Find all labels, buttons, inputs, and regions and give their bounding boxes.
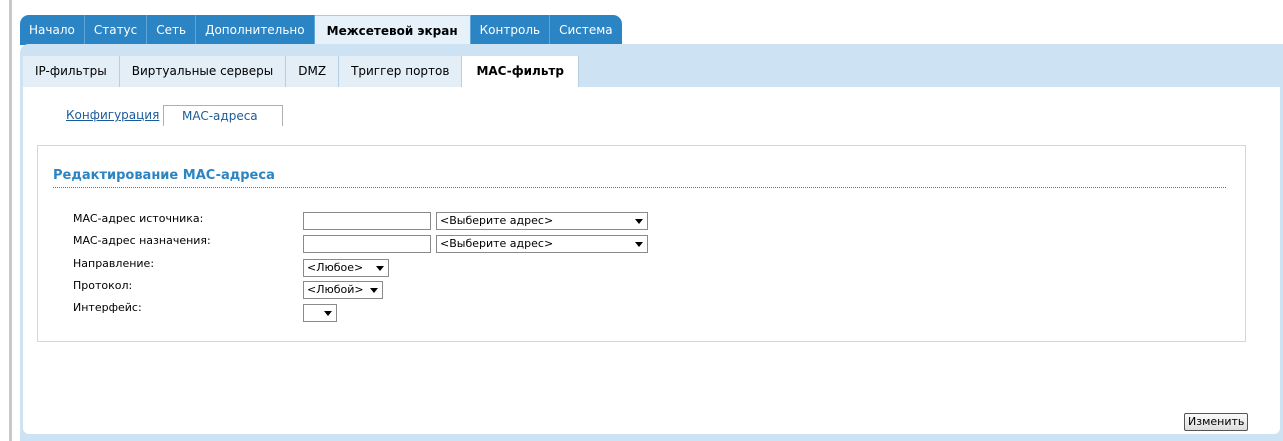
tab-control[interactable]: Контроль (470, 15, 551, 45)
tab-home[interactable]: Начало (20, 15, 85, 45)
interface-label: Интерфейс: (73, 301, 142, 314)
chevron-down-icon (324, 311, 332, 316)
section-title: Редактирование MAC-адреса (53, 168, 275, 183)
subtab-port-trigger[interactable]: Триггер портов (339, 56, 463, 87)
section-divider (53, 187, 1226, 188)
subtab-dmz[interactable]: DMZ (286, 56, 340, 87)
dst-mac-label: MAC-адрес назначения: (73, 234, 211, 247)
tab-status[interactable]: Статус (84, 15, 148, 45)
content-area: Конфигурация MAC-адреса Редактирование M… (23, 87, 1280, 434)
protocol-select-value: <Любой> (307, 283, 364, 296)
src-mac-select[interactable]: <Выберите адрес> (436, 212, 648, 230)
dst-mac-select-value: <Выберите адрес> (440, 237, 554, 250)
protocol-label: Протокол: (73, 279, 133, 292)
submenu-tabs: IP-фильтры Виртуальные серверы DMZ Тригг… (23, 56, 579, 87)
tab-firewall[interactable]: Межсетевой экран (314, 15, 471, 45)
interface-select[interactable] (303, 304, 337, 322)
protocol-select[interactable]: <Любой> (303, 281, 383, 299)
subtab-ip-filters[interactable]: IP-фильтры (23, 56, 120, 87)
direction-select[interactable]: <Любое> (303, 259, 389, 277)
tab-network[interactable]: Сеть (147, 15, 197, 45)
src-mac-input[interactable] (303, 212, 431, 230)
inner-tab-configuration[interactable]: Конфигурация (39, 105, 167, 126)
main-panel: IP-фильтры Виртуальные серверы DMZ Тригг… (20, 44, 1283, 441)
left-edge-bar (9, 0, 12, 441)
main-menu-tabs: Начало Статус Сеть Дополнительно Межсете… (20, 15, 622, 45)
chevron-down-icon (376, 266, 384, 271)
direction-select-value: <Любое> (307, 261, 364, 274)
subtab-mac-filter[interactable]: MAC-фильтр (462, 56, 579, 87)
chevron-down-icon (370, 288, 378, 293)
src-mac-label: MAC-адрес источника: (73, 212, 204, 225)
chevron-down-icon (635, 219, 643, 224)
tab-system[interactable]: Система (550, 15, 622, 45)
inner-tab-mac-addresses[interactable]: MAC-адреса (163, 105, 283, 126)
src-mac-select-value: <Выберите адрес> (440, 214, 554, 227)
subtab-virtual-servers[interactable]: Виртуальные серверы (119, 56, 287, 87)
inner-tab-configuration-label: Конфигурация (66, 108, 160, 122)
chevron-down-icon (635, 242, 643, 247)
change-button[interactable]: Изменить (1184, 413, 1249, 431)
tab-advanced[interactable]: Дополнительно (196, 15, 315, 45)
dst-mac-input[interactable] (303, 235, 431, 253)
edit-mac-section: Редактирование MAC-адреса MAC-адрес исто… (37, 145, 1246, 342)
dst-mac-select[interactable]: <Выберите адрес> (436, 235, 648, 253)
direction-label: Направление: (73, 257, 155, 270)
